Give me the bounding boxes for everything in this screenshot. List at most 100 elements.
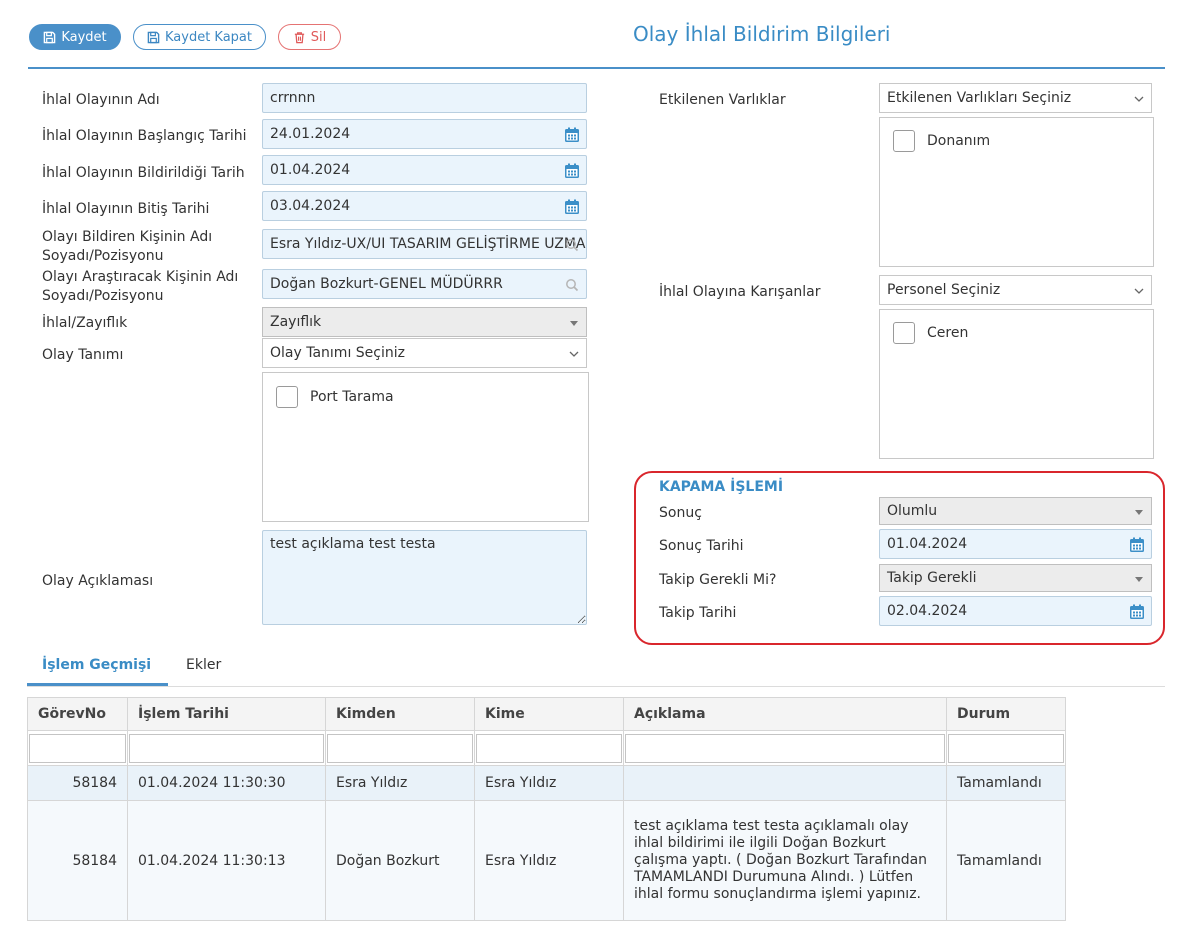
trash-icon (294, 31, 304, 43)
assets-option-donanim[interactable]: Donanım (893, 130, 990, 152)
investigator-value: Doğan Bozkurt-GENEL MÜDÜRRR (270, 276, 503, 292)
filter-input-from[interactable] (327, 733, 473, 763)
result-date-label: Sonuç Tarihi (659, 538, 744, 554)
reported-date-label: İhlal Olayının Bildirildiği Tarih (42, 165, 245, 181)
start-date-input[interactable]: 24.01.2024 (262, 119, 587, 149)
reporter-value: Esra Yıldız-UX/UI TASARIM GELİŞTİRME UZM… (270, 236, 587, 252)
column-header-task-no[interactable]: GörevNo (27, 697, 128, 731)
filter-input-description[interactable] (625, 733, 945, 763)
incident-name-label: İhlal Olayının Adı (42, 92, 160, 108)
definition-placeholder: Olay Tanımı Seçiniz (270, 345, 405, 361)
involved-option-label: Ceren (927, 325, 969, 341)
tab-attachments[interactable]: Ekler (186, 657, 221, 673)
delete-button-label: Sil (310, 29, 327, 45)
cell-status: Tamamlandı (946, 800, 1066, 921)
cell-description (623, 765, 947, 801)
involved-option-ceren[interactable]: Ceren (893, 322, 968, 344)
save-icon (147, 31, 160, 43)
filter-input-task-no[interactable] (29, 733, 126, 763)
delete-button[interactable]: Sil (278, 24, 341, 50)
reported-date-value: 01.04.2024 (270, 162, 351, 178)
dropdown-arrow-icon (1135, 577, 1143, 582)
type-label: İhlal/Zayıflık (42, 315, 128, 331)
search-icon[interactable] (565, 238, 579, 252)
calendar-icon[interactable] (1128, 536, 1146, 554)
description-textarea[interactable]: test açıklama test testa (262, 530, 587, 625)
checkbox[interactable] (276, 386, 298, 408)
tab-history[interactable]: İşlem Geçmişi (42, 657, 151, 673)
definition-option-label: Port Tarama (310, 389, 394, 405)
filter-input-to[interactable] (476, 733, 622, 763)
calendar-icon[interactable] (563, 162, 581, 180)
definition-label: Olay Tanımı (42, 347, 124, 363)
column-header-status[interactable]: Durum (946, 697, 1066, 731)
definition-select[interactable]: Olay Tanımı Seçiniz (262, 338, 587, 368)
cell-description: test açıklama test testa açıklamalı olay… (623, 800, 947, 921)
assets-options-list: Donanım (879, 117, 1154, 267)
history-grid: GörevNo İşlem Tarihi Kimden Kime Açıklam… (27, 697, 1066, 921)
result-date-value: 01.04.2024 (887, 536, 968, 552)
result-date-input[interactable]: 01.04.2024 (879, 529, 1152, 559)
type-select[interactable]: Zayıflık (262, 307, 587, 337)
table-row[interactable]: 58184 01.04.2024 11:30:13 Doğan Bozkurt … (27, 800, 1066, 921)
save-close-button-label: Kaydet Kapat (164, 29, 252, 45)
start-date-label: İhlal Olayının Başlangıç Tarihi (42, 128, 247, 144)
cell-to: Esra Yıldız (474, 765, 624, 801)
reporter-input[interactable]: Esra Yıldız-UX/UI TASARIM GELİŞTİRME UZM… (262, 229, 587, 259)
incident-name-value: crrnnn (270, 90, 316, 106)
cell-task-no: 58184 (27, 800, 128, 921)
investigator-label: Olayı Araştıracak Kişinin Adı Soyadı/Poz… (42, 269, 239, 304)
calendar-icon[interactable] (563, 126, 581, 144)
followup-date-input[interactable]: 02.04.2024 (879, 596, 1152, 626)
save-icon (44, 31, 56, 43)
page-title: Olay İhlal Bildirim Bilgileri (633, 22, 891, 46)
chevron-down-icon (569, 351, 579, 357)
reported-date-input[interactable]: 01.04.2024 (262, 155, 587, 185)
cell-task-no: 58184 (27, 765, 128, 801)
result-select[interactable]: Olumlu (879, 497, 1152, 525)
involved-options-list: Ceren (879, 309, 1154, 459)
description-label: Olay Açıklaması (42, 573, 154, 589)
save-close-button[interactable]: Kaydet Kapat (133, 24, 266, 50)
followup-date-label: Takip Tarihi (659, 605, 737, 621)
definition-options-list: Port Tarama (262, 372, 589, 522)
filter-row (27, 730, 1066, 766)
calendar-icon[interactable] (1128, 603, 1146, 621)
column-header-from[interactable]: Kimden (325, 697, 475, 731)
investigator-input[interactable]: Doğan Bozkurt-GENEL MÜDÜRRR (262, 269, 587, 299)
table-row[interactable]: 58184 01.04.2024 11:30:30 Esra Yıldız Es… (27, 765, 1066, 801)
cell-from: Esra Yıldız (325, 765, 475, 801)
column-header-description[interactable]: Açıklama (623, 697, 947, 731)
assets-select[interactable]: Etkilenen Varlıkları Seçiniz (879, 83, 1152, 113)
followup-select[interactable]: Takip Gerekli (879, 564, 1152, 592)
chevron-down-icon (1134, 96, 1144, 102)
incident-name-input[interactable]: crrnnn (262, 83, 587, 113)
definition-option-port-tarama[interactable]: Port Tarama (276, 386, 394, 408)
filter-input-date[interactable] (129, 733, 324, 763)
column-header-date[interactable]: İşlem Tarihi (127, 697, 326, 731)
save-button[interactable]: Kaydet (29, 24, 121, 50)
assets-option-label: Donanım (927, 133, 991, 149)
checkbox[interactable] (893, 130, 915, 152)
calendar-icon[interactable] (563, 198, 581, 216)
cell-date: 01.04.2024 11:30:13 (127, 800, 326, 921)
assets-label: Etkilenen Varlıklar (659, 92, 786, 108)
dropdown-arrow-icon (570, 321, 578, 326)
closure-panel-title: KAPAMA İŞLEMİ (659, 479, 784, 495)
search-icon[interactable] (565, 278, 579, 292)
followup-date-value: 02.04.2024 (887, 603, 968, 619)
involved-select[interactable]: Personel Seçiniz (879, 275, 1152, 305)
reporter-label: Olayı Bildiren Kişinin Adı Soyadı/Pozisy… (42, 229, 213, 264)
end-date-value: 03.04.2024 (270, 198, 351, 214)
tab-divider (27, 686, 1165, 687)
result-value: Olumlu (887, 503, 938, 519)
cell-to: Esra Yıldız (474, 800, 624, 921)
column-header-to[interactable]: Kime (474, 697, 624, 731)
dropdown-arrow-icon (1135, 510, 1143, 515)
end-date-input[interactable]: 03.04.2024 (262, 191, 587, 221)
type-value: Zayıflık (270, 314, 322, 330)
followup-value: Takip Gerekli (887, 570, 977, 586)
checkbox[interactable] (893, 322, 915, 344)
filter-input-status[interactable] (948, 733, 1064, 763)
result-label: Sonuç (659, 505, 702, 521)
